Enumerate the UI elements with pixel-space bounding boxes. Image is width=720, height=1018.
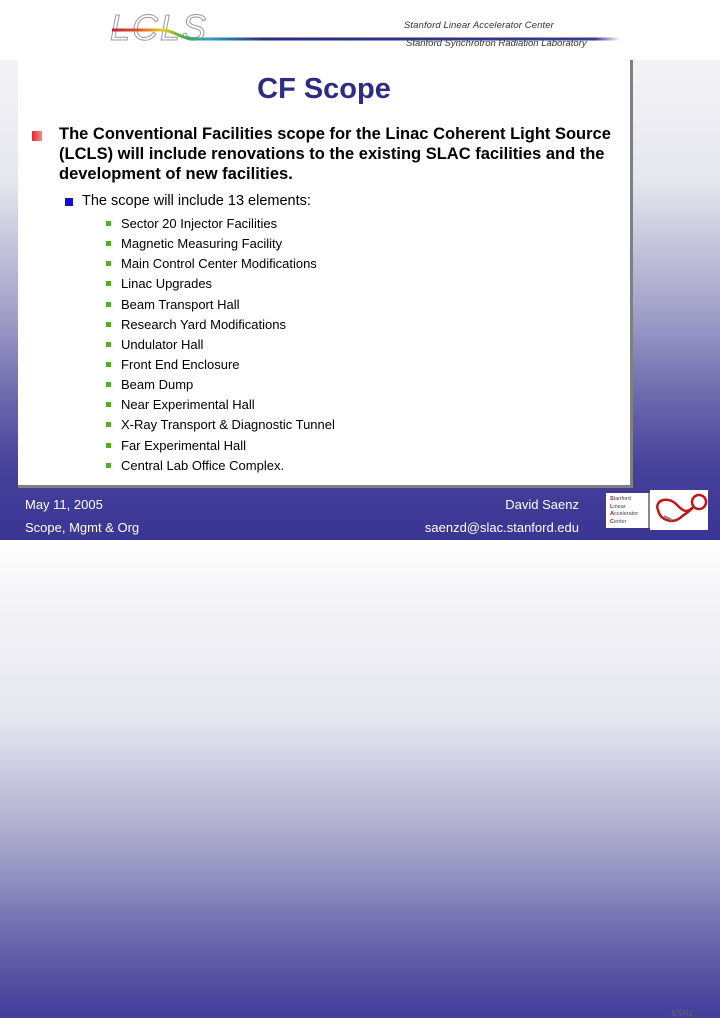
ssrl-logo: SSRL xyxy=(650,490,708,1018)
element-label: Undulator Hall xyxy=(121,336,204,352)
slac-logo-line: Accelerator xyxy=(610,511,639,517)
org-name-ssrl: Stanford Synchrotron Radiation Laborator… xyxy=(406,38,587,49)
sub-bullet-text: The scope will include 13 elements: xyxy=(82,193,311,209)
level2-bullet-icon xyxy=(65,198,73,206)
element-label: Beam Dump xyxy=(121,377,194,393)
slide-header: LCLS Stanford Linear Accelerator Center … xyxy=(0,0,720,60)
list-item: Research Yard Modifications xyxy=(102,316,335,336)
element-label: Linac Upgrades xyxy=(121,276,213,292)
level3-bullet-icon xyxy=(106,341,111,347)
element-label: Magnetic Measuring Facility xyxy=(121,236,283,252)
level3-bullet-icon xyxy=(106,321,111,327)
element-label: Beam Transport Hall xyxy=(121,296,240,312)
element-label: Central Lab Office Complex. xyxy=(121,457,285,473)
list-item: X-Ray Transport & Diagnostic Tunnel xyxy=(102,416,335,436)
element-label: Front End Enclosure xyxy=(121,356,240,372)
slac-logo: SStanfordtanford Linear Accelerator Cent… xyxy=(606,493,650,528)
footer-date: May 11, 2005 xyxy=(25,497,103,512)
list-item: Main Control Center Modifications xyxy=(102,255,335,275)
list-item: Central Lab Office Complex. xyxy=(102,457,335,477)
ssrl-logo-text: SSRL xyxy=(671,1009,694,1018)
level3-bullet-icon xyxy=(106,462,111,468)
level3-bullet-icon xyxy=(106,221,111,226)
level3-bullet-icon xyxy=(106,361,111,367)
footer-author: David Saenz xyxy=(505,497,579,512)
list-item: Front End Enclosure xyxy=(102,356,335,376)
list-item: Sector 20 Injector Facilities xyxy=(102,215,335,235)
svg-text:LCLS: LCLS xyxy=(110,7,208,48)
list-item: Near Experimental Hall xyxy=(102,396,335,416)
footer-email: saenzd@slac.stanford.edu xyxy=(424,520,579,535)
element-label: X-Ray Transport & Diagnostic Tunnel xyxy=(121,417,335,433)
element-label: Main Control Center Modifications xyxy=(121,256,317,272)
list-item: Far Experimental Hall xyxy=(102,437,335,457)
list-item: Linac Upgrades xyxy=(102,275,335,295)
level3-bullet-icon xyxy=(106,301,111,307)
element-label: Research Yard Modifications xyxy=(121,316,286,332)
slac-logo-line: SStanfordtanford xyxy=(610,496,631,502)
elements-list: Sector 20 Injector Facilities Magnetic M… xyxy=(102,215,335,477)
level3-bullet-icon xyxy=(106,241,111,247)
level3-bullet-icon xyxy=(106,382,111,388)
level3-bullet-icon xyxy=(106,402,111,408)
slac-logo-line: Center xyxy=(610,518,627,525)
element-label: Far Experimental Hall xyxy=(121,437,246,453)
list-item: Beam Dump xyxy=(102,376,335,396)
list-item: Magnetic Measuring Facility xyxy=(102,235,335,255)
list-item: Undulator Hall xyxy=(102,336,335,356)
element-label: Near Experimental Hall xyxy=(121,397,255,413)
level3-bullet-icon xyxy=(106,442,111,448)
org-name-slac: Stanford Linear Accelerator Center xyxy=(404,20,554,31)
element-label: Sector 20 Injector Facilities xyxy=(121,216,278,231)
level3-bullet-icon xyxy=(106,281,111,287)
footer-section: Scope, Mgmt & Org xyxy=(25,520,140,535)
level1-bullet-icon xyxy=(32,131,42,141)
slide-content: CF Scope The Conventional Facilities sco… xyxy=(18,60,633,488)
main-bullet-text: The Conventional Facilities scope for th… xyxy=(59,125,611,183)
slac-logo-line: Linear xyxy=(610,503,626,510)
slide-title: CF Scope xyxy=(257,73,391,105)
level3-bullet-icon xyxy=(106,422,111,428)
level3-bullet-icon xyxy=(106,261,111,267)
list-item: Beam Transport Hall xyxy=(102,296,335,316)
ssrl-ring-icon xyxy=(656,493,708,522)
